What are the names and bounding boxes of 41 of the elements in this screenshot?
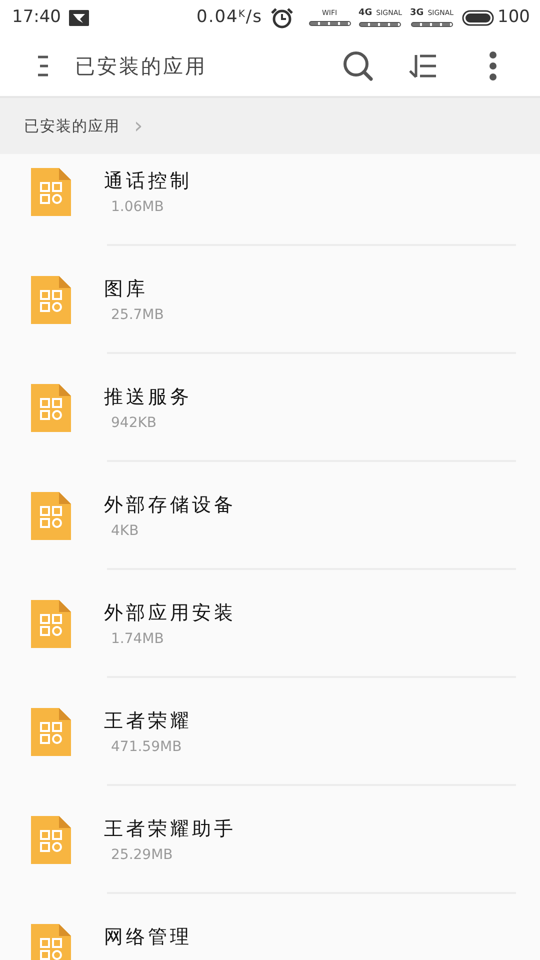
app-name[interactable]: 王者荣耀 [104, 710, 192, 733]
breadcrumb-link[interactable]: 已安装的应用 [24, 114, 120, 138]
app-name[interactable]: 通话控制 [104, 170, 192, 193]
battery-level: 100 [498, 6, 530, 29]
app-size: 25.29MB [111, 846, 173, 865]
app-file-icon [31, 492, 71, 540]
more-options-icon[interactable] [489, 50, 497, 80]
network-speed: 0.04$^{K}$/s [196, 6, 263, 29]
app-size: 25.7MB [111, 306, 164, 325]
cell-signal-icon [359, 22, 402, 26]
app-size: 1.74MB [111, 630, 164, 649]
app-file-icon [31, 168, 71, 216]
battery-icon [462, 10, 494, 26]
app-name[interactable]: 图库 [104, 278, 148, 301]
chevron-icon: › [134, 110, 143, 142]
app-file-icon [31, 816, 71, 864]
app-name[interactable]: 推送服务 [104, 386, 192, 409]
app-size: 471.59MB [111, 738, 182, 757]
wifi-signal-icon [308, 20, 351, 26]
network-type: 4G [358, 8, 372, 18]
app-name[interactable]: 外部存储设备 [104, 494, 236, 517]
app-file-icon [31, 600, 71, 648]
app-name[interactable]: 外部应用安装 [104, 602, 236, 625]
app-file-icon [31, 708, 71, 756]
app-file-icon [31, 384, 71, 432]
app-size: 942KB [111, 414, 157, 433]
notification-icon [69, 10, 89, 26]
sort-icon[interactable] [408, 52, 438, 78]
alarm-icon [270, 6, 293, 28]
status-time: 17:40 [12, 6, 61, 29]
app-name[interactable]: 网络管理 [104, 926, 192, 949]
menu-icon[interactable] [37, 54, 49, 76]
app-size: 4KB [111, 522, 139, 541]
app-size: 1.06MB [111, 198, 164, 217]
network-type: 3G [410, 8, 424, 18]
search-icon[interactable] [342, 50, 374, 82]
app-name[interactable]: 王者荣耀助手 [104, 818, 236, 841]
app-bar-title: 已安装的应用 [75, 52, 207, 80]
cell-signal-icon [410, 22, 453, 26]
app-file-icon [31, 276, 71, 324]
app-file-icon [31, 924, 71, 960]
